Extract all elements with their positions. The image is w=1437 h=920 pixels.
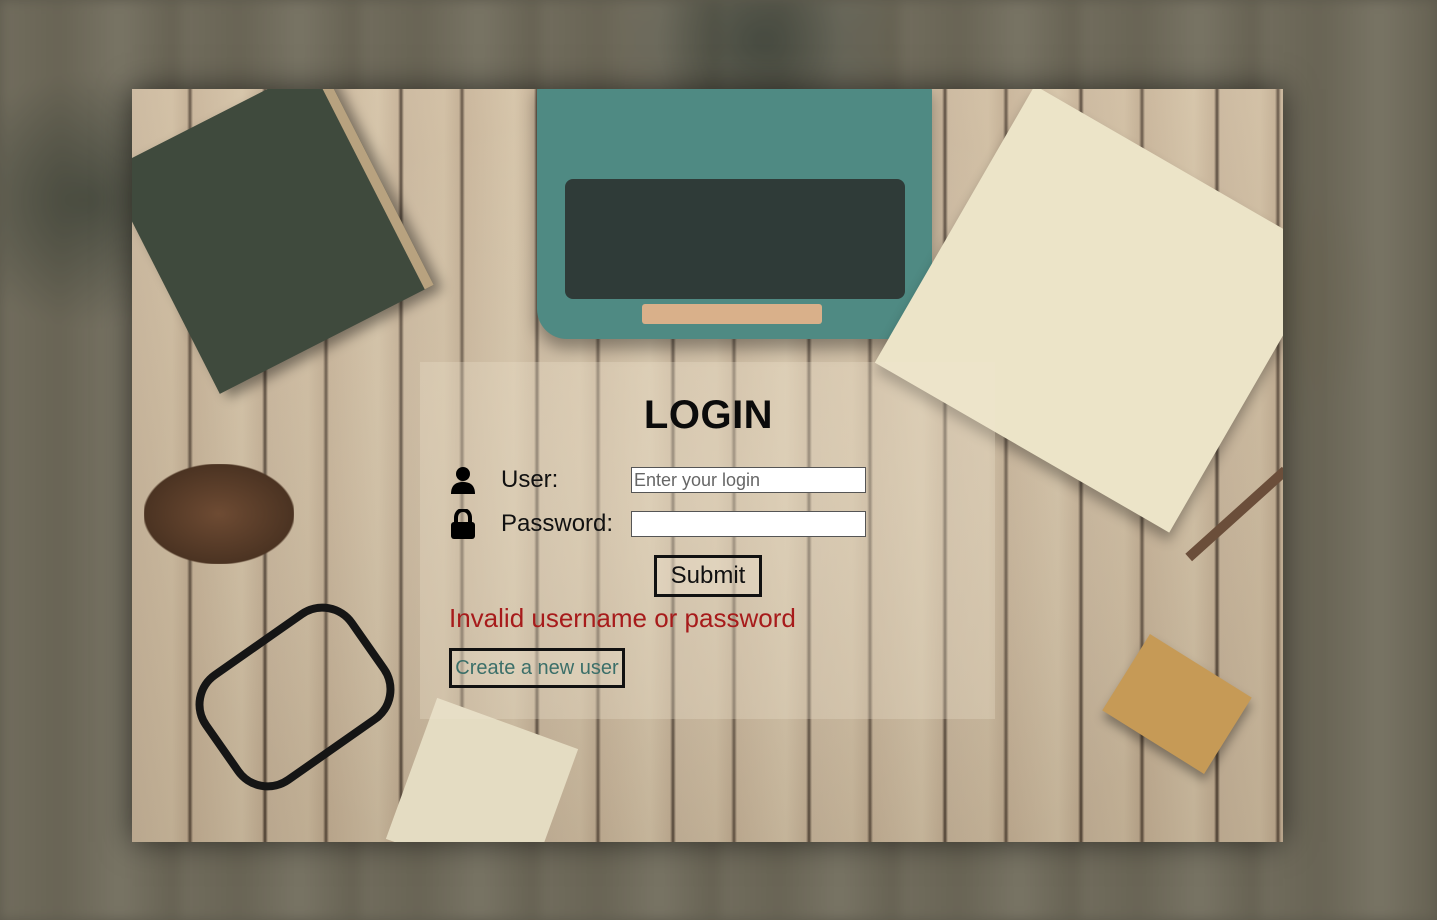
- typewriter-spacebar: [642, 304, 822, 324]
- typewriter-keys: [565, 179, 905, 299]
- create-user-button[interactable]: Create a new user: [449, 648, 625, 688]
- user-label: User:: [501, 466, 559, 493]
- password-row: Password:: [448, 509, 866, 539]
- password-label: Password:: [501, 510, 614, 537]
- password-input[interactable]: [631, 511, 866, 537]
- lock-icon: [448, 509, 478, 539]
- login-title: LOGIN: [0, 393, 1437, 438]
- user-row: User:: [448, 465, 866, 495]
- user-input[interactable]: [631, 467, 866, 493]
- user-icon: [448, 465, 478, 495]
- typewriter-decoration: [537, 89, 932, 339]
- pinecone-decoration: [144, 464, 294, 564]
- login-title-text: LOGIN: [643, 393, 774, 437]
- error-message: Invalid username or password: [449, 603, 796, 633]
- submit-button[interactable]: Submit: [654, 555, 762, 597]
